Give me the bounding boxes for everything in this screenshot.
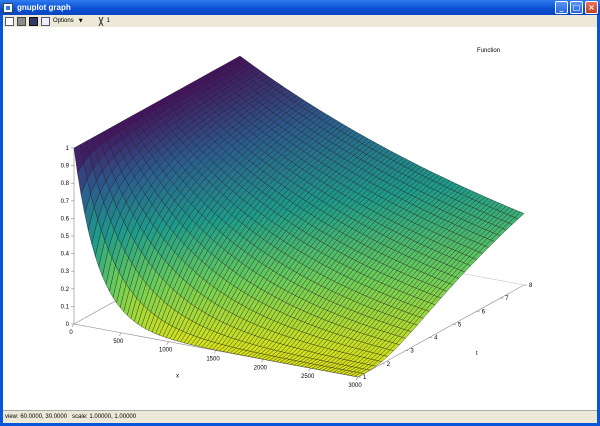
x-tick (213, 350, 217, 354)
replot-icon[interactable] (98, 16, 104, 26)
z-tick-label: 0.4 (61, 252, 70, 258)
x-tick (71, 323, 75, 328)
toolbar: Options ▼ 1 (3, 15, 597, 27)
t-tick-label: 6 (482, 309, 486, 315)
app-icon (3, 2, 13, 13)
z-tick-label: 0.2 (61, 287, 70, 293)
copy-icon[interactable] (5, 16, 14, 26)
x-tick (166, 341, 169, 345)
x-tick-label: 0 (69, 330, 73, 336)
maximize-button[interactable]: □ (570, 1, 583, 14)
x-axis-label: x (176, 374, 179, 380)
t-axis-label: t (476, 351, 478, 357)
x-tick (355, 376, 359, 381)
z-tick-label: 0.6 (61, 216, 70, 222)
x-tick-label: 1500 (206, 357, 220, 363)
t-tick-label: 3 (410, 349, 414, 355)
x-tick (308, 368, 311, 372)
x-tick (119, 332, 122, 336)
t-tick-label: 4 (434, 336, 438, 342)
t-tick-label: 7 (505, 296, 509, 302)
z-tick-label: 0 (66, 322, 70, 328)
z-tick-label: 1 (66, 146, 70, 152)
z-tick-label: 0.7 (61, 199, 70, 205)
status-text: view: 60.0000, 30.0000 scale: 1.00000, 1… (5, 414, 137, 420)
x-tick (261, 359, 264, 363)
t-tick-label: 2 (387, 362, 391, 368)
minimize-button[interactable]: _ (555, 1, 568, 14)
x-tick-label: 2000 (254, 365, 268, 371)
options-icon[interactable] (41, 16, 50, 26)
t-tick-label: 1 (363, 375, 367, 381)
chevron-down-icon[interactable]: ▼ (79, 18, 83, 24)
surface-mesh (73, 55, 525, 378)
status-bar: view: 60.0000, 30.0000 scale: 1.00000, 1… (3, 410, 597, 423)
options-menu[interactable]: Options (53, 18, 74, 24)
print-icon[interactable] (17, 16, 26, 26)
plot-area[interactable]: 0 0.1 0.2 0.3 0.4 0.5 0.6 0.7 0.8 0.9 1 0 500 1000 150… (3, 27, 597, 410)
t-tick-label: 8 (529, 283, 533, 289)
z-tick-label: 0.9 (61, 164, 70, 170)
gnuplot-window: gnuplot graph _ □ × Options ▼ 1 0 0.1 0.2 0… (0, 0, 600, 426)
close-button[interactable]: × (585, 1, 598, 14)
x-tick-label: 500 (113, 339, 124, 345)
z-tick-label: 0.5 (61, 234, 70, 240)
surface-chart: 0 0.1 0.2 0.3 0.4 0.5 0.6 0.7 0.8 0.9 1 0 500 1000 150… (61, 48, 533, 389)
legend-title: Function (477, 48, 500, 54)
window-title: gnuplot graph (17, 3, 71, 12)
x-tick-label: 3000 (348, 383, 362, 389)
z-tick-label: 0.8 (61, 181, 70, 187)
z-tick-label: 0.3 (61, 269, 70, 275)
x-tick-label: 1000 (159, 348, 173, 354)
save-icon[interactable] (29, 16, 38, 26)
window-controls: _ □ × (555, 1, 598, 14)
replot-label[interactable]: 1 (107, 18, 110, 24)
title-bar[interactable]: gnuplot graph _ □ × (0, 0, 600, 15)
z-tick-label: 0.1 (61, 304, 70, 310)
t-tick-label: 5 (458, 322, 462, 328)
x-tick-label: 2500 (301, 374, 315, 380)
